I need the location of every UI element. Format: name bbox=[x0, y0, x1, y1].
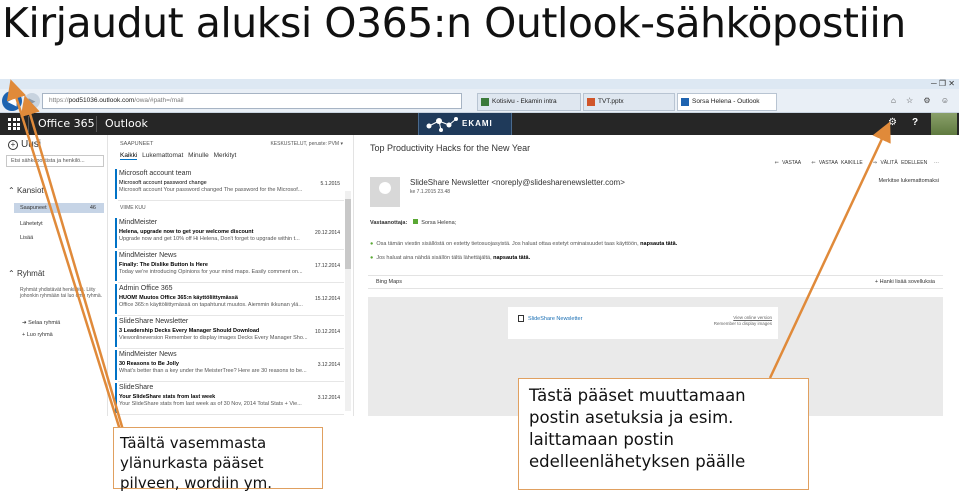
url-prefix: https:// bbox=[49, 97, 69, 104]
message-item[interactable]: SlideShare Newsletter 3 Leadership Decks… bbox=[115, 317, 344, 349]
folders-section-header[interactable]: ⌃ Kansiot bbox=[8, 186, 44, 195]
app-launcher-icon[interactable] bbox=[8, 118, 20, 130]
address-bar[interactable]: https://pod51036.outlook.com/owa/#path=/… bbox=[42, 93, 462, 109]
date-divider: VIIME KUU bbox=[120, 205, 146, 211]
powerpoint-icon bbox=[587, 98, 595, 106]
message-list: SAAPUNEET KESKUSTELUT, peruste: PVM ▾ Ka… bbox=[108, 135, 353, 416]
filter-unread[interactable]: Lukemattomat bbox=[142, 152, 183, 159]
groups-note: Ryhmät yhdistävät henkilöitä. Liity joho… bbox=[20, 287, 102, 300]
reply-button[interactable]: ⇐ VASTAA bbox=[775, 160, 802, 166]
message-item[interactable]: SlideShare Your SlideShare stats from la… bbox=[115, 383, 344, 415]
mark-unread-link[interactable]: Merkitse lukemattomaksi bbox=[878, 178, 939, 184]
message-subject: Top Productivity Hacks for the New Year bbox=[370, 143, 531, 153]
recipient-line: Vastaanottaja: Sorsa Helena; bbox=[370, 219, 457, 226]
forward-button[interactable]: ⇒ VÄLITÄ EDELLEEN bbox=[873, 160, 927, 166]
view-online-link[interactable]: View online version bbox=[733, 315, 772, 320]
message-date: ke 7.1.2015 23.48 bbox=[410, 189, 451, 195]
more-actions-icon[interactable]: ⋯ bbox=[934, 160, 939, 166]
chevron-down-icon: ▾ bbox=[339, 141, 343, 147]
get-more-apps-link[interactable]: + Hanki lisää sovelluksia bbox=[875, 276, 935, 289]
bing-maps-addin[interactable]: Bing Maps bbox=[376, 279, 402, 285]
help-icon[interactable]: ? bbox=[912, 117, 918, 128]
folder-sent[interactable]: Lähetetyt bbox=[20, 221, 43, 227]
slideshare-logo: SlideShare Newsletter bbox=[518, 315, 582, 322]
ekami-logo-text: EKAMI bbox=[462, 119, 493, 128]
recipient-name[interactable]: Sorsa Helena; bbox=[421, 220, 456, 226]
window-controls[interactable]: ─ ❐ ✕ bbox=[931, 79, 955, 88]
browser-toolbar: ◀ ▶ https://pod51036.outlook.com/owa/#pa… bbox=[0, 89, 959, 121]
message-item[interactable]: MindMeister Helena, upgrade now to get y… bbox=[115, 218, 344, 250]
sender-name[interactable]: SlideShare Newsletter <noreply@slideshar… bbox=[410, 178, 625, 187]
message-actions: ⇐ VASTAA ⇐ VASTAA KAIKILLE ⇒ VÄLITÄ EDEL… bbox=[775, 160, 939, 166]
chevron-up-icon: ⌃ bbox=[8, 269, 17, 278]
message-item[interactable]: MindMeister News Finally: The Dislike Bu… bbox=[115, 251, 344, 283]
info-icon: ● bbox=[370, 241, 374, 247]
unread-count: 46 bbox=[89, 205, 96, 211]
tab-tvt[interactable]: TVT.pptx bbox=[583, 93, 675, 111]
filter-all[interactable]: Kaikki bbox=[120, 152, 138, 160]
newsletter-header: SlideShare Newsletter View online versio… bbox=[508, 307, 778, 339]
newsletter-links: View online version Remember to display i… bbox=[713, 315, 772, 326]
page-favicon-icon bbox=[481, 98, 489, 106]
addins-bar: Bing Maps + Hanki lisää sovelluksia bbox=[368, 275, 943, 289]
plus-icon: + bbox=[8, 140, 18, 150]
always-show-link[interactable]: napsauta tätä. bbox=[493, 255, 530, 261]
inbox-heading: SAAPUNEET bbox=[120, 141, 154, 147]
tab-outlook[interactable]: Sorsa Helena - Outlook We... bbox=[677, 93, 777, 121]
reply-all-button[interactable]: ⇐ VASTAA KAIKILLE bbox=[811, 160, 862, 166]
callout-right: Tästä pääset muuttamaan postin asetuksia… bbox=[518, 378, 809, 490]
settings-gear-icon[interactable]: ⚙ bbox=[888, 117, 897, 128]
info-icon: ● bbox=[370, 255, 374, 261]
filter-to-me[interactable]: Minulle bbox=[188, 152, 209, 159]
url-host: pod51036.outlook.com bbox=[68, 97, 135, 104]
message-item[interactable]: MindMeister News 30 Reasons to Be Jolly … bbox=[115, 350, 344, 382]
ekami-logo: EKAMI bbox=[418, 113, 512, 135]
presence-icon bbox=[413, 219, 419, 224]
divider bbox=[96, 116, 97, 132]
image-placeholder-icon bbox=[518, 315, 524, 322]
o365-header: Office 365 Outlook EKAMI ⚙ ? bbox=[0, 113, 959, 135]
chevron-up-icon: ⌃ bbox=[8, 186, 17, 195]
create-group-link[interactable]: + Luo ryhmä bbox=[22, 332, 53, 338]
sort-dropdown[interactable]: KESKUSTELUT, peruste: PVM ▾ bbox=[270, 141, 343, 147]
groups-section-header[interactable]: ⌃ Ryhmät bbox=[8, 269, 45, 278]
sender-avatar bbox=[370, 177, 400, 207]
folder-pane: + Uusi Etsi sähköpostista ja henkilö... ⌃… bbox=[0, 135, 108, 416]
message-item[interactable]: Microsoft account team Microsoft account… bbox=[115, 169, 344, 201]
tab-label: TVT.pptx bbox=[598, 98, 624, 105]
reading-pane: Top Productivity Hacks for the New Year … bbox=[353, 135, 959, 416]
user-avatar[interactable] bbox=[931, 113, 957, 135]
message-list-scrollbar[interactable] bbox=[345, 191, 351, 411]
scrollbar-thumb[interactable] bbox=[345, 199, 351, 269]
message-item[interactable]: Admin Office 365 HUOM! Muutos Office 365… bbox=[115, 284, 344, 316]
divider bbox=[28, 116, 29, 132]
back-button[interactable]: ◀ bbox=[2, 91, 22, 111]
filter-flagged[interactable]: Merkityt bbox=[214, 152, 237, 159]
slide-title: Kirjaudut aluksi O365:n Outlook-sähköpos… bbox=[2, 0, 906, 47]
outlook-title[interactable]: Outlook bbox=[105, 117, 148, 130]
tab-kotisivu[interactable]: Kotisivu - Ekamin intra bbox=[477, 93, 581, 111]
browser-toolbar-icons[interactable]: ⌂ ☆ ⚙ ☺ bbox=[891, 96, 953, 105]
new-mail-button[interactable]: + Uusi bbox=[8, 139, 41, 150]
blocked-content-notice: ● Osa tämän viestin sisällöstä on estetty… bbox=[370, 241, 678, 247]
browse-groups-link[interactable]: ➜ Selaa ryhmiä bbox=[22, 320, 60, 326]
mail-search-input[interactable]: Etsi sähköpostista ja henkilö... bbox=[6, 155, 104, 167]
callout-left: Täältä vasemmasta ylänurkasta pääset pil… bbox=[113, 427, 323, 492]
unblock-link[interactable]: napsauta tätä. bbox=[640, 241, 677, 247]
office365-title[interactable]: Office 365 bbox=[38, 117, 95, 130]
outlook-screenshot: ─ ❐ ✕ ◀ ▶ https://pod51036.outlook.com/o… bbox=[0, 79, 959, 416]
folder-inbox[interactable]: Saapuneet 46 bbox=[14, 203, 104, 213]
tab-label: Kotisivu - Ekamin intra bbox=[492, 98, 557, 105]
filter-bar: Kaikki Lukemattomat Minulle Merkityt bbox=[120, 152, 237, 160]
folder-more[interactable]: Lisää bbox=[20, 235, 33, 241]
ekami-molecule-icon bbox=[426, 117, 458, 132]
forward-button[interactable]: ▶ bbox=[24, 93, 40, 109]
url-path: /owa/#path=/mail bbox=[134, 97, 184, 104]
always-show-notice: ● Jos haluat aina nähdä sisällön tältä lä… bbox=[370, 255, 531, 261]
outlook-icon bbox=[681, 98, 689, 106]
